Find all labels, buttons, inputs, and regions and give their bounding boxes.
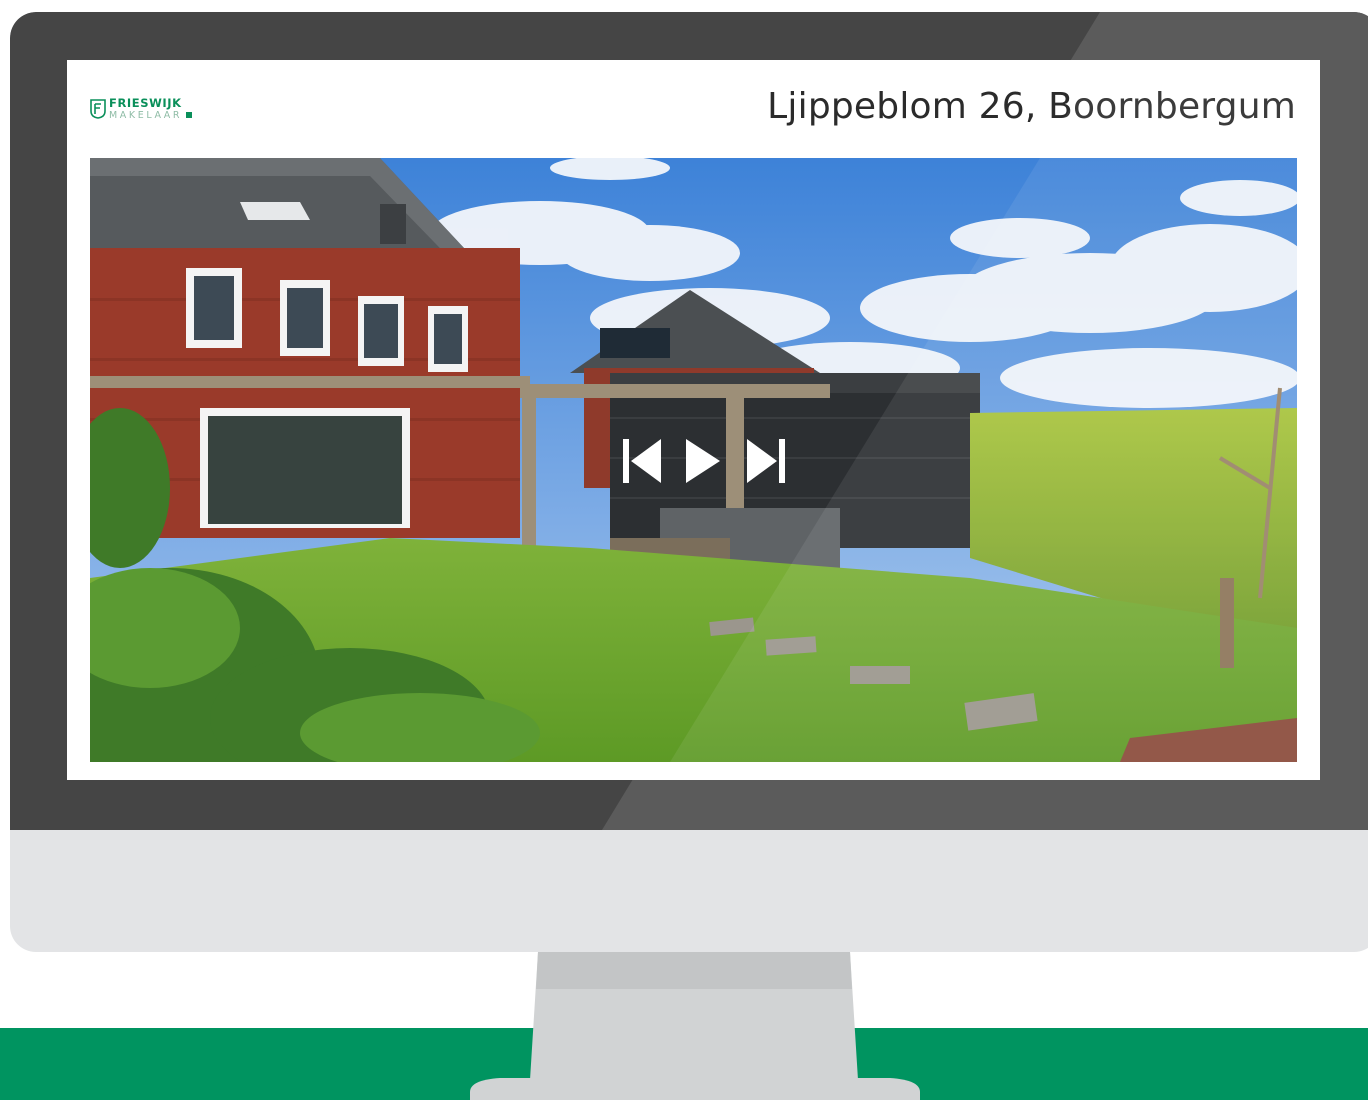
slideshow-controls: [619, 436, 789, 486]
brand-name: FRIESWIJK: [109, 96, 182, 110]
monitor: FRIESWIJK MAKELAAR Ljippeblom 26, Boornb…: [10, 12, 1368, 952]
listing-title: Ljippeblom 26, Boornbergum: [767, 86, 1296, 127]
brand-sub: MAKELAAR: [109, 109, 193, 121]
brand-dot-icon: [186, 112, 193, 119]
shield-logo-icon: [90, 99, 106, 119]
skip-next-icon: [747, 439, 786, 483]
previous-button[interactable]: [619, 436, 666, 486]
frieswijk-logo[interactable]: FRIESWIJK MAKELAAR: [90, 96, 193, 126]
property-photo[interactable]: [90, 158, 1297, 762]
play-icon: [685, 439, 720, 483]
next-button[interactable]: [742, 436, 789, 486]
skip-previous-icon: [622, 439, 661, 483]
screen: FRIESWIJK MAKELAAR Ljippeblom 26, Boornb…: [67, 60, 1320, 780]
monitor-stand: [470, 952, 920, 1100]
brand-sub-label: MAKELAAR: [109, 109, 183, 121]
play-button[interactable]: [680, 436, 727, 486]
